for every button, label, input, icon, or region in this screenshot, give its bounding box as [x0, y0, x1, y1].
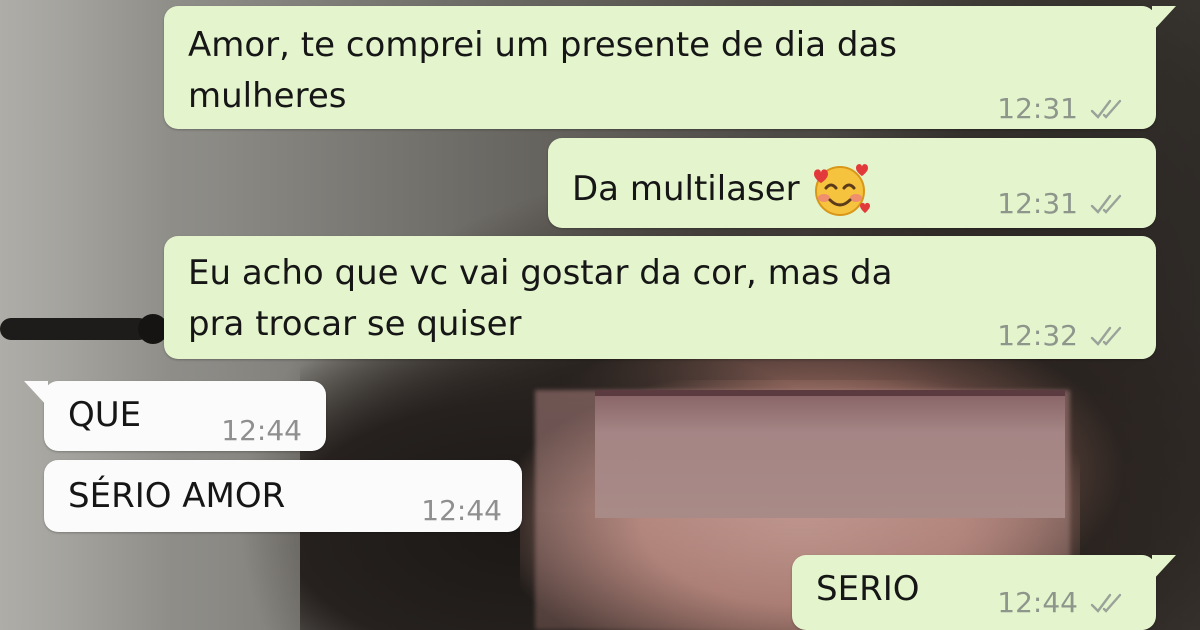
double-check-icon — [1090, 194, 1122, 214]
message-bubble-outgoing[interactable]: Da multilaser 12:31 — [548, 138, 1156, 228]
message-bubble-outgoing[interactable]: SERIO 12:44 — [792, 555, 1176, 630]
message-meta: 12:44 — [221, 411, 302, 450]
message-text-line: Da multilaser — [572, 160, 876, 218]
message-text-line: Eu acho que vc vai gostar da cor, mas da — [188, 253, 893, 293]
message-text-line: Amor, te comprei um presente de dia das — [188, 25, 897, 65]
message-text-line: mulheres — [188, 76, 347, 116]
message-text-line: SÉRIO AMOR — [68, 476, 286, 516]
message-text-line: QUE — [68, 395, 142, 435]
message-meta: 12:44 — [997, 583, 1132, 622]
double-check-icon — [1090, 593, 1122, 613]
chat-area[interactable]: Amor, te comprei um presente de dia das … — [0, 0, 1200, 630]
message-time: 12:31 — [997, 187, 1078, 220]
message-meta: 12:32 — [997, 316, 1132, 355]
message-bubble-incoming[interactable]: SÉRIO AMOR 12:44 — [44, 460, 522, 532]
message-time: 12:31 — [997, 92, 1078, 125]
message-meta: 12:44 — [421, 491, 502, 530]
message-text: Da multilaser — [572, 168, 800, 209]
message-meta: 12:31 — [997, 184, 1132, 223]
message-time: 12:32 — [997, 319, 1078, 352]
message-text-line: SERIO — [816, 569, 920, 609]
message-text-line: pra trocar se quiser — [188, 304, 522, 344]
message-time: 12:44 — [221, 414, 302, 447]
message-bubble-outgoing[interactable]: Amor, te comprei um presente de dia das … — [164, 6, 1176, 129]
double-check-icon — [1090, 326, 1122, 346]
double-check-icon — [1090, 99, 1122, 119]
smiling-face-with-hearts-icon — [813, 164, 870, 216]
message-time: 12:44 — [997, 586, 1078, 619]
message-time: 12:44 — [421, 494, 502, 527]
background-curtain-rod — [0, 314, 168, 344]
message-bubble-incoming[interactable]: QUE 12:44 — [24, 381, 326, 451]
background-curtain — [0, 0, 170, 630]
message-bubble-outgoing[interactable]: Eu acho que vc vai gostar da cor, mas da… — [164, 236, 1156, 359]
censor-blur-box — [595, 390, 1065, 518]
message-meta: 12:31 — [997, 89, 1132, 128]
